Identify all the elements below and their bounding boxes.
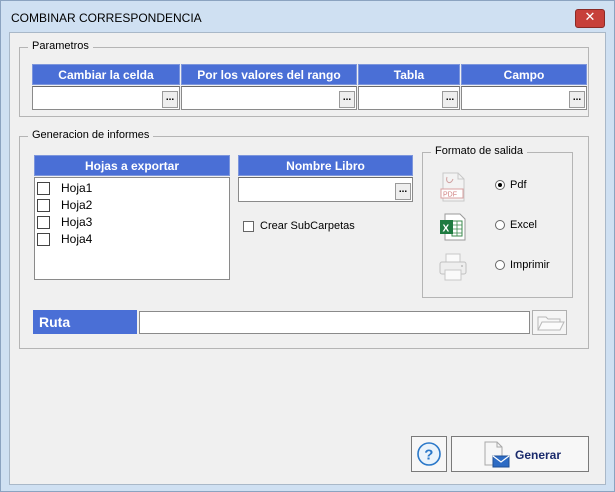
hoja1-checkbox[interactable] [37,182,50,195]
hoja1-label: Hoja1 [61,181,93,195]
hoja4-label: Hoja4 [61,232,93,246]
title-bar[interactable]: COMBINAR CORRESPONDENCIA ✕ [1,1,614,32]
header-tabla: Tabla [358,64,460,85]
hoja3-checkbox[interactable] [37,216,50,229]
crear-subcarpetas-checkbox[interactable] [243,221,254,232]
imprimir-label: Imprimir [510,259,550,271]
tabla-field[interactable]: ... [358,86,460,110]
folder-icon [537,316,565,331]
cambiar-celda-field[interactable]: ... [32,86,180,110]
campo-field[interactable]: ... [461,86,587,110]
header-campo: Campo [461,64,587,85]
imprimir-radio[interactable] [495,260,505,270]
generacion-legend: Generacion de informes [28,129,154,141]
pdf-label: Pdf [510,179,527,191]
formato-salida-legend: Formato de salida [431,145,528,157]
svg-text:X: X [443,224,450,235]
ruta-label: Ruta [33,310,137,334]
excel-option[interactable]: Excel [495,219,555,233]
valores-rango-picker-button[interactable]: ... [339,91,355,108]
nombre-libro-picker-button[interactable]: ... [395,183,411,200]
crear-subcarpetas-option[interactable]: Crear SubCarpetas [243,220,373,234]
window-title: COMBINAR CORRESPONDENCIA [11,11,202,25]
formato-salida-group: Formato de salida PDF Pdf X Excel Imprim… [422,145,573,298]
pdf-option[interactable]: Pdf [495,179,555,193]
hoja2-label: Hoja2 [61,198,93,212]
campo-picker-button[interactable]: ... [569,91,585,108]
cambiar-celda-picker-button[interactable]: ... [162,91,178,108]
header-hojas-exportar: Hojas a exportar [34,155,230,176]
help-button[interactable]: ? [411,436,447,472]
nombre-libro-field[interactable]: ... [238,177,413,202]
svg-text:?: ? [424,447,433,464]
svg-text:PDF: PDF [443,192,457,199]
header-cambiar-celda: Cambiar la celda [32,64,180,85]
close-button[interactable]: ✕ [575,9,605,28]
generar-button[interactable]: Generar [451,436,589,472]
valores-rango-field[interactable]: ... [181,86,357,110]
browse-folder-button[interactable] [532,310,567,335]
dialog-window: COMBINAR CORRESPONDENCIA ✕ Parametros Ca… [0,0,615,492]
hoja3-label: Hoja3 [61,215,93,229]
ruta-input[interactable] [139,311,530,334]
hoja2-checkbox[interactable] [37,199,50,212]
header-nombre-libro: Nombre Libro [238,155,413,176]
hoja4-checkbox[interactable] [37,233,50,246]
parametros-legend: Parametros [28,40,93,52]
hojas-listbox[interactable]: Hoja1 Hoja2 Hoja3 Hoja4 [34,177,230,280]
pdf-icon: PDF [440,172,465,202]
parametros-group: Parametros Cambiar la celda Por los valo… [19,40,589,117]
excel-radio[interactable] [495,220,505,230]
printer-icon [439,253,467,281]
crear-subcarpetas-label: Crear SubCarpetas [260,220,355,232]
imprimir-option[interactable]: Imprimir [495,259,560,273]
excel-icon: X [440,213,466,241]
dialog-client-area: Parametros Cambiar la celda Por los valo… [9,32,606,485]
document-mail-icon [484,441,510,468]
help-icon: ? [417,442,441,466]
excel-label: Excel [510,219,537,231]
header-valores-rango: Por los valores del rango [181,64,357,85]
generar-label: Generar [515,448,562,462]
pdf-radio[interactable] [495,180,505,190]
tabla-picker-button[interactable]: ... [442,91,458,108]
